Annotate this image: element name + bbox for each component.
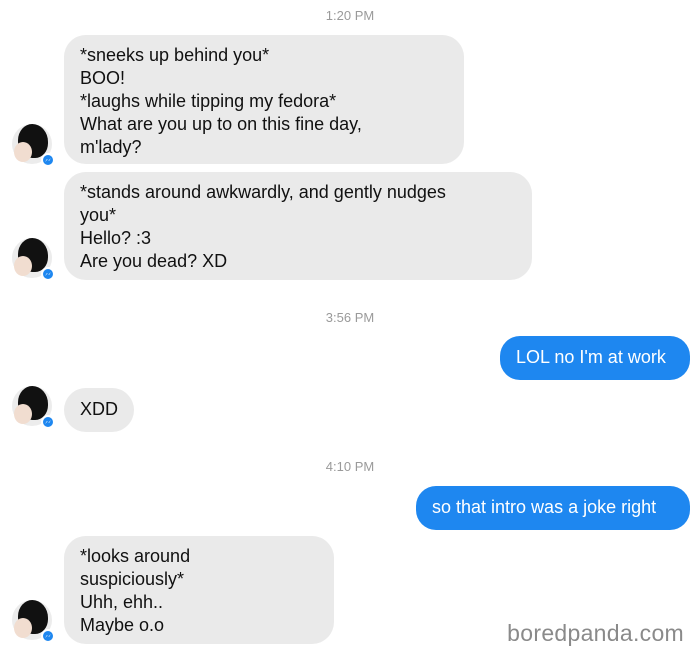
watermark: boredpanda.com [507,620,684,646]
avatar[interactable] [12,238,55,281]
timestamp: 1:20 PM [325,8,375,23]
avatar[interactable] [12,386,55,429]
outgoing-message[interactable]: so that intro was a joke right [416,486,690,530]
incoming-message[interactable]: *stands around awkwardly, and gently nud… [64,172,532,280]
messenger-icon [41,415,55,429]
timestamp: 4:10 PM [325,459,375,474]
messenger-icon [41,629,55,643]
timestamp: 3:56 PM [325,310,375,325]
incoming-message[interactable]: *sneeks up behind you* BOO! *laughs whil… [64,35,464,164]
outgoing-message[interactable]: LOL no I'm at work [500,336,690,380]
avatar[interactable] [12,600,55,643]
messenger-icon [41,153,55,167]
avatar[interactable] [12,124,55,167]
incoming-message[interactable]: XDD [64,388,134,432]
messenger-icon [41,267,55,281]
incoming-message[interactable]: *looks around suspiciously* Uhh, ehh.. M… [64,536,334,644]
